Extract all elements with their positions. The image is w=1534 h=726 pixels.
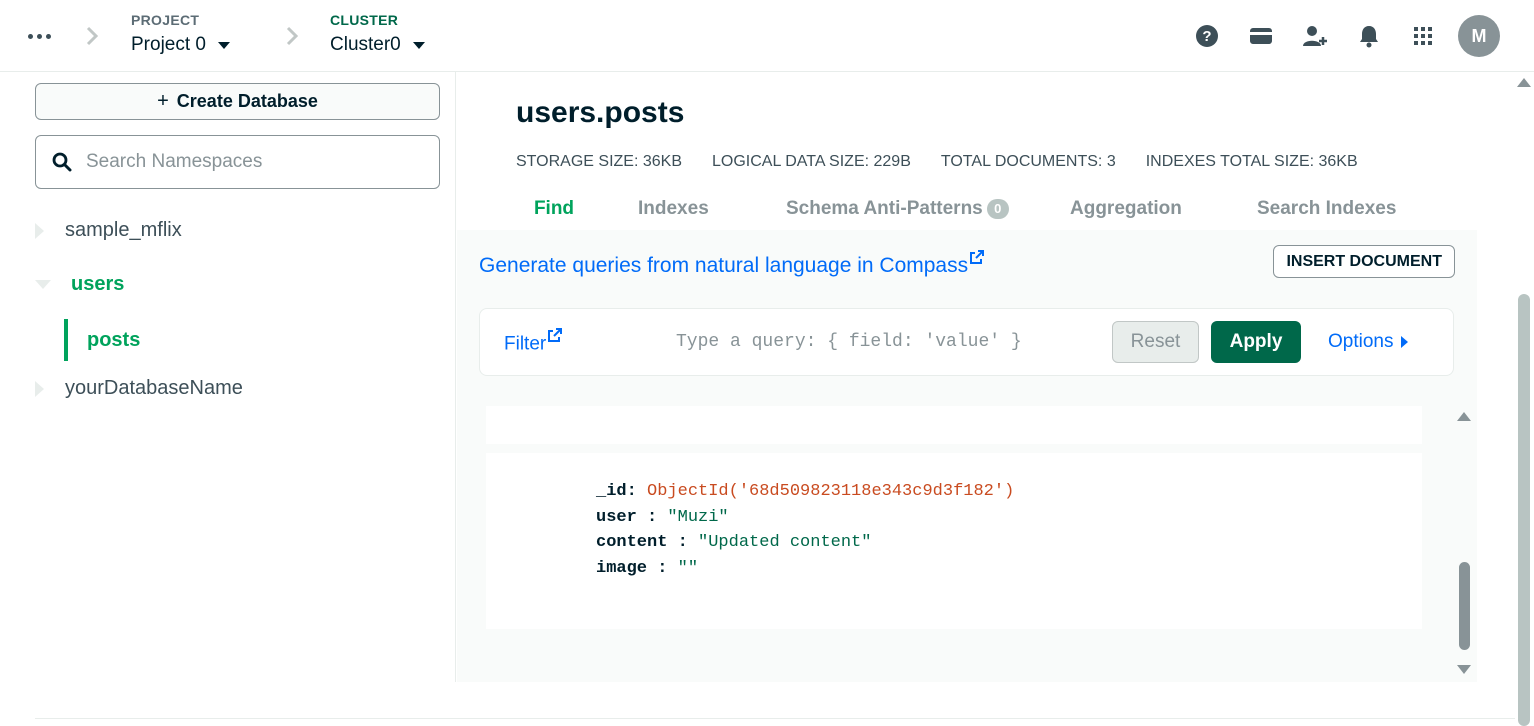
top-bar: PROJECT Project 0 CLUSTER Cluster0 ? M (0, 0, 1534, 72)
external-link-icon (970, 250, 985, 264)
help-icon[interactable]: ? (1180, 14, 1234, 58)
database-name: yourDatabaseName (65, 377, 243, 399)
namespace-search-input[interactable] (86, 151, 406, 173)
collection-tabs: Find Indexes Schema Anti-Patterns 0 Aggr… (497, 198, 1454, 220)
chevron-right-icon (86, 26, 99, 46)
document-field: content : "Updated content" (596, 533, 872, 553)
storage-size-stat: STORAGE SIZE: 36KB (516, 153, 682, 170)
reset-button[interactable]: Reset (1112, 321, 1199, 363)
tab-aggregation[interactable]: Aggregation (1064, 198, 1254, 220)
caret-down-icon (217, 41, 230, 49)
scrollbar-thumb[interactable] (1518, 294, 1530, 726)
filter-docs-link[interactable]: Filter (504, 328, 563, 355)
query-bar: Filter Reset Apply Options (479, 308, 1454, 376)
document-field: image : "" (596, 558, 699, 578)
tab-find[interactable]: Find (497, 198, 611, 220)
namespace-sidebar: + Create Database sample_mflix users pos… (0, 72, 456, 682)
divider (35, 718, 1515, 719)
project-label: PROJECT (131, 12, 200, 28)
database-name: users (71, 273, 125, 295)
logical-size-stat: LOGICAL DATA SIZE: 229B (711, 153, 911, 170)
cluster-name: Cluster0 (330, 34, 401, 55)
database-item-users[interactable]: users (35, 273, 124, 296)
collection-title: users.posts (516, 96, 685, 129)
scroll-up-icon[interactable] (1517, 78, 1531, 87)
page-scrollbar[interactable] (1516, 72, 1534, 726)
svg-text:?: ? (1202, 28, 1211, 45)
more-options-icon[interactable] (28, 26, 54, 46)
invite-user-icon[interactable] (1288, 14, 1342, 58)
cluster-selector[interactable]: CLUSTER Cluster0 (330, 12, 425, 56)
document-field: user : "Muzi" (596, 507, 729, 527)
database-item-sample-mflix[interactable]: sample_mflix (35, 219, 182, 242)
apps-grid-icon[interactable] (1396, 14, 1450, 58)
project-name: Project 0 (131, 34, 206, 55)
plus-icon: + (157, 90, 169, 112)
caret-right-icon (1401, 336, 1409, 348)
tab-search-indexes[interactable]: Search Indexes (1254, 198, 1454, 220)
apply-button[interactable]: Apply (1211, 321, 1301, 363)
notifications-bell-icon[interactable] (1342, 14, 1396, 58)
insert-document-button[interactable]: INSERT DOCUMENT (1273, 245, 1455, 278)
document-card-previous (486, 406, 1422, 444)
scroll-up-icon[interactable] (1457, 412, 1471, 421)
chevron-right-icon (286, 26, 299, 46)
caret-down-icon (412, 41, 425, 49)
scrollbar-thumb[interactable] (1459, 562, 1470, 650)
expand-arrow-icon[interactable] (35, 222, 44, 239)
expand-arrow-icon[interactable] (35, 380, 44, 397)
create-database-button[interactable]: + Create Database (35, 83, 440, 120)
options-toggle[interactable]: Options (1328, 331, 1409, 353)
avatar[interactable]: M (1458, 15, 1500, 57)
scroll-down-icon[interactable] (1457, 665, 1471, 674)
collection-name: posts (87, 329, 141, 351)
anti-patterns-count-badge: 0 (986, 199, 1009, 219)
project-selector[interactable]: PROJECT Project 0 (131, 12, 230, 56)
collapse-arrow-icon[interactable] (35, 280, 51, 289)
total-documents-stat: TOTAL DOCUMENTS: 3 (940, 153, 1116, 170)
search-icon (52, 152, 72, 172)
documents-scrollbar[interactable] (1453, 408, 1475, 678)
cluster-label: CLUSTER (330, 12, 399, 28)
create-database-label: Create Database (176, 91, 318, 111)
database-name: sample_mflix (65, 219, 182, 241)
collection-stats: STORAGE SIZE: 36KB LOGICAL DATA SIZE: 22… (516, 153, 1358, 171)
tab-indexes[interactable]: Indexes (611, 198, 758, 220)
query-input[interactable] (676, 326, 1096, 358)
document-field: _id: ObjectId('68d509823118e343c9d3f182'… (596, 482, 1015, 501)
indexes-size-stat: INDEXES TOTAL SIZE: 36KB (1145, 153, 1358, 170)
collection-view: users.posts STORAGE SIZE: 36KB LOGICAL D… (457, 72, 1517, 682)
document-card[interactable]: _id: ObjectId('68d509823118e343c9d3f182'… (486, 453, 1422, 629)
find-panel: Generate queries from natural language i… (457, 230, 1477, 682)
billing-card-icon[interactable] (1234, 14, 1288, 58)
active-indicator (64, 319, 68, 361)
tab-schema-anti-patterns[interactable]: Schema Anti-Patterns 0 (758, 198, 1064, 220)
natural-language-query-link[interactable]: Generate queries from natural language i… (479, 250, 985, 278)
collection-item-posts[interactable]: posts (87, 329, 140, 352)
external-link-icon (548, 328, 563, 342)
namespace-search-box (35, 135, 440, 189)
database-item-yourdatabasename[interactable]: yourDatabaseName (35, 377, 243, 400)
